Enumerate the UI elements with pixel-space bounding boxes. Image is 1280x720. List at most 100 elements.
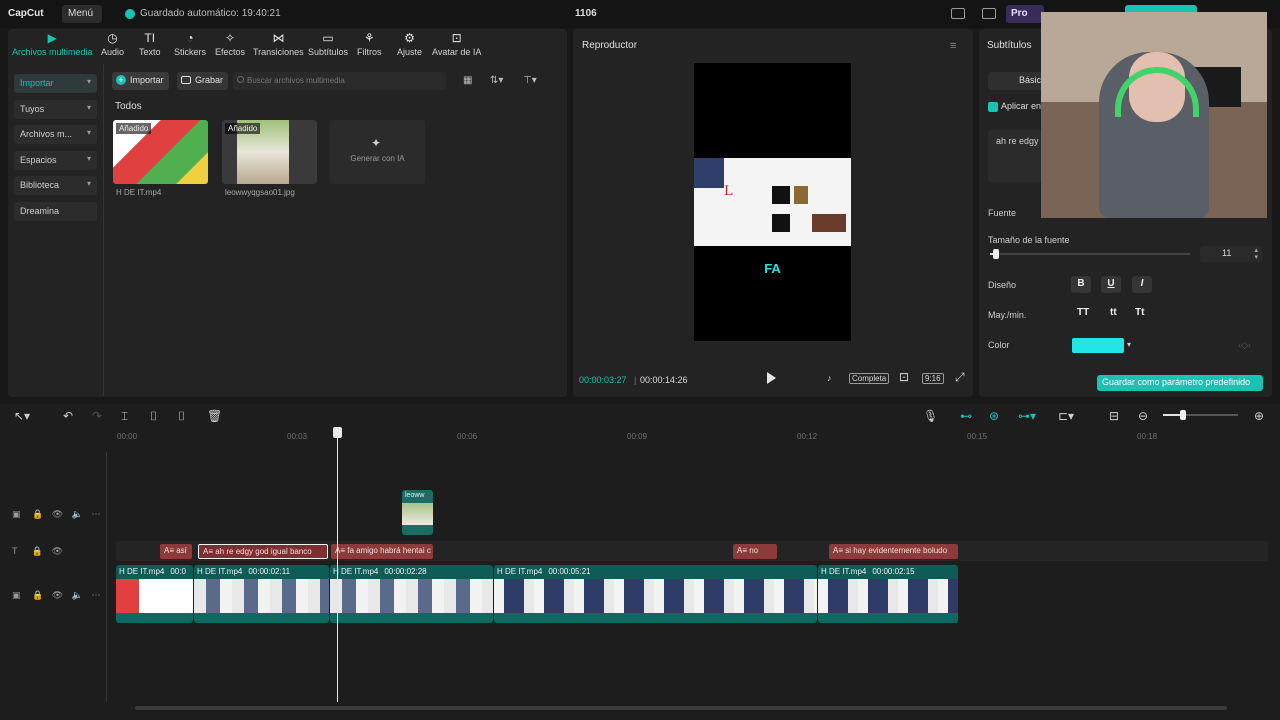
stepper-icon[interactable]: ▴ ▾ bbox=[1254, 247, 1258, 261]
sidebar-item[interactable]: Archivos m... ▾ bbox=[14, 125, 97, 144]
tab-basic[interactable]: Básic bbox=[988, 72, 1048, 90]
save-preset-button[interactable]: Guardar como parámetro predefinido bbox=[1097, 375, 1263, 391]
sidebar-item[interactable]: Dreamina bbox=[14, 201, 97, 221]
zoom-out-icon[interactable]: ⊖ bbox=[1138, 409, 1148, 423]
playhead[interactable] bbox=[337, 428, 338, 702]
fullscreen-icon[interactable]: ⤢ bbox=[955, 370, 965, 385]
text-clip[interactable]: A≡ ah re edgy god igual banco bbox=[198, 544, 328, 559]
link-icon[interactable]: ⊛ bbox=[989, 409, 999, 423]
project-title[interactable]: 1106 bbox=[575, 8, 597, 19]
zoom-slider-track[interactable] bbox=[1163, 410, 1238, 420]
text-clip[interactable]: A≡ así bbox=[160, 544, 192, 559]
tab-text[interactable]: TI Texto bbox=[139, 32, 161, 57]
size-slider-handle[interactable] bbox=[993, 249, 999, 259]
speaker-icon[interactable]: 🔈 bbox=[72, 590, 83, 600]
play-icon[interactable] bbox=[767, 372, 776, 384]
focus-icon[interactable]: ⊡ bbox=[899, 370, 909, 384]
video-clip[interactable]: H DE IT.mp4 00:00:02:11 bbox=[194, 565, 329, 623]
aspect-ratio-button[interactable]: 9:16 bbox=[922, 373, 944, 384]
size-slider-track[interactable] bbox=[990, 249, 1190, 259]
microphone-icon[interactable]: 🎙 bbox=[923, 409, 938, 423]
playhead-handle[interactable] bbox=[333, 427, 342, 438]
magnet-icon[interactable]: ⊷ bbox=[960, 409, 972, 423]
video-clip[interactable]: H DE IT.mp4 00:0 bbox=[116, 565, 193, 623]
record-button[interactable]: Grabar bbox=[177, 72, 229, 90]
chevron-down-icon[interactable]: ▾ bbox=[1127, 340, 1131, 349]
tab-audio[interactable]: ◷ Audio bbox=[101, 32, 124, 57]
apply-checkbox[interactable] bbox=[988, 102, 998, 112]
redo-icon[interactable]: ↷ bbox=[92, 409, 102, 423]
video-clip[interactable]: H DE IT.mp4 00:00:02:28 bbox=[330, 565, 493, 623]
italic-button[interactable]: I bbox=[1132, 276, 1152, 293]
tab-transition[interactable]: ⋈ Transiciones bbox=[253, 32, 304, 57]
shortcut-icon[interactable] bbox=[982, 8, 996, 19]
menu-icon[interactable]: ≡ bbox=[950, 40, 956, 52]
eye-icon[interactable]: 👁 bbox=[52, 590, 63, 600]
media-item-video[interactable]: Añadido bbox=[113, 120, 208, 184]
image-clip[interactable]: leoww bbox=[402, 490, 433, 535]
screen-icon[interactable]: ⊟ bbox=[1109, 409, 1119, 423]
lock-icon[interactable]: 🔒 bbox=[32, 509, 43, 519]
sidebar-item[interactable]: Biblioteca ▾ bbox=[14, 176, 97, 195]
pro-button[interactable]: Pro bbox=[1006, 5, 1044, 23]
tab-avatar[interactable]: ⊡ Avatar de IA bbox=[432, 32, 481, 57]
preview-axis-icon[interactable]: ⊶▾ bbox=[1018, 409, 1036, 423]
eye-icon[interactable]: 👁 bbox=[52, 546, 63, 556]
lock-icon[interactable]: 🔒 bbox=[32, 590, 43, 600]
uppercase-button[interactable]: TT bbox=[1077, 307, 1089, 318]
split-right-icon[interactable]: ⌷ bbox=[178, 409, 185, 424]
media-search-input[interactable]: Buscar archivos multimedia bbox=[233, 72, 446, 90]
keyframe-icon[interactable]: ‹◇› bbox=[1238, 340, 1251, 351]
tab-label: Audio bbox=[101, 47, 125, 57]
text-clip[interactable]: A≡ si hay evidentemente boludo bbox=[829, 544, 958, 559]
undo-icon[interactable]: ↶ bbox=[63, 409, 73, 423]
generate-ai-card[interactable]: ✦ Generar con IA bbox=[330, 120, 425, 184]
sidebar-item[interactable]: Importar ▾ bbox=[14, 74, 97, 93]
grid-view-icon[interactable]: ▦ bbox=[463, 75, 472, 86]
tab-sticker[interactable]: ◔ Stickers bbox=[174, 32, 206, 57]
split-icon[interactable]: ⌶ bbox=[121, 409, 128, 424]
titlecase-button[interactable]: Tt bbox=[1135, 307, 1144, 318]
video-clip[interactable]: H DE IT.mp4 00:00:02:15 bbox=[818, 565, 958, 623]
bold-button[interactable]: B bbox=[1071, 276, 1091, 293]
fit-mode-button[interactable]: Completa bbox=[849, 373, 890, 384]
tab-effects[interactable]: ✧ Efectos bbox=[215, 32, 245, 57]
lock-icon[interactable]: 🔒 bbox=[32, 546, 43, 556]
delete-icon[interactable]: 🗑 bbox=[207, 409, 222, 423]
size-input[interactable]: 11 ▴ ▾ bbox=[1200, 246, 1262, 262]
lowercase-button[interactable]: tt bbox=[1110, 307, 1117, 318]
text-clip[interactable]: A≡ fa amigo habrá hentai c bbox=[331, 544, 433, 559]
tiktok-icon[interactable]: ♪ bbox=[827, 373, 832, 383]
sort-icon[interactable]: ⇅▾ bbox=[490, 75, 503, 86]
subtitle-text-input[interactable]: ah re edgy bbox=[988, 130, 1048, 182]
timeline-scrollbar[interactable] bbox=[135, 706, 1227, 710]
zoom-slider-handle[interactable] bbox=[1180, 410, 1186, 420]
caption-sync-icon[interactable]: ⊏▾ bbox=[1058, 409, 1074, 423]
sidebar-item[interactable]: Tuyos ▾ bbox=[14, 99, 97, 119]
video-clip-duration: 00:00:02:28 bbox=[384, 567, 427, 576]
layout-icon[interactable] bbox=[951, 8, 965, 19]
text-clip[interactable]: A≡ no bbox=[733, 544, 777, 559]
sidebar-item[interactable]: Espacios ▾ bbox=[14, 150, 97, 170]
tab-subtitles[interactable]: ▭ Subtítulos bbox=[308, 32, 348, 57]
more-icon[interactable]: ⋯ bbox=[91, 590, 100, 600]
tab-filter[interactable]: ⚘ Filtros bbox=[357, 32, 382, 57]
import-button[interactable]: + Importar bbox=[112, 72, 169, 90]
split-left-icon[interactable]: ⌷ bbox=[150, 409, 157, 424]
menu-button[interactable]: Menú bbox=[62, 5, 102, 23]
video-clip[interactable]: H DE IT.mp4 00:00:05:21 bbox=[494, 565, 817, 623]
tab-media[interactable]: ▶ Archivos multimedia bbox=[12, 32, 93, 57]
size-label: Tamaño de la fuente bbox=[988, 235, 1070, 245]
speaker-icon[interactable]: 🔈 bbox=[72, 509, 83, 519]
video-clip-header: H DE IT.mp4 00:00:02:15 bbox=[821, 567, 915, 576]
more-icon[interactable]: ⋯ bbox=[91, 509, 100, 519]
color-swatch[interactable] bbox=[1072, 338, 1124, 353]
underline-button[interactable]: U bbox=[1101, 276, 1121, 293]
eye-icon[interactable]: 👁 bbox=[52, 509, 63, 519]
tab-adjust[interactable]: ⚙ Ajuste bbox=[397, 32, 422, 57]
zoom-in-icon[interactable]: ⊕ bbox=[1254, 409, 1264, 423]
video-preview[interactable]: L FA bbox=[694, 63, 851, 341]
select-tool-icon[interactable]: ↖▾ bbox=[14, 409, 30, 423]
media-item-image[interactable]: Añadido bbox=[222, 120, 317, 184]
filter-icon[interactable]: ⊤▾ bbox=[523, 75, 537, 86]
